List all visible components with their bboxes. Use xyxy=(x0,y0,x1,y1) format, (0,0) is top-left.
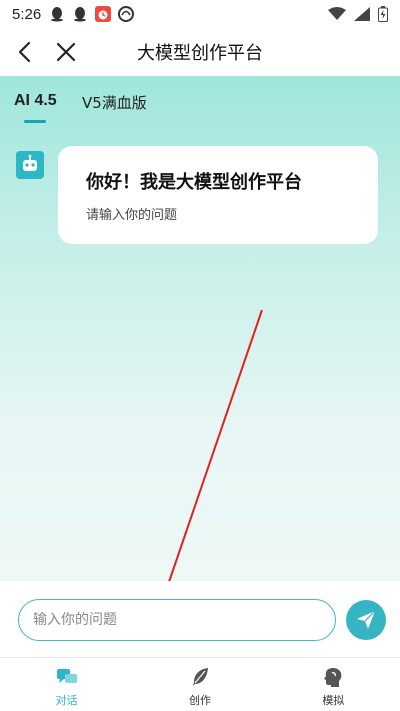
nav-simulate-label: 模拟 xyxy=(322,694,345,707)
nav-chat-label: 对话 xyxy=(55,694,78,707)
head-profile-icon xyxy=(324,668,342,687)
bottom-nav: 对话 创作 模拟 xyxy=(0,657,400,711)
nav-create[interactable]: 创作 xyxy=(133,658,266,711)
welcome-title: 你好！我是大模型创作平台 xyxy=(86,172,302,193)
wifi-icon xyxy=(328,7,346,20)
battery-icon xyxy=(378,6,388,22)
send-button[interactable] xyxy=(346,600,386,640)
active-tab-indicator xyxy=(24,120,46,123)
nav-simulate[interactable]: 模拟 xyxy=(267,658,400,711)
paper-plane-icon xyxy=(357,610,376,629)
welcome-message: 你好！我是大模型创作平台 请输入你的问题 xyxy=(58,146,378,244)
nav-chat[interactable]: 对话 xyxy=(0,658,133,711)
feather-icon xyxy=(192,668,208,686)
status-right xyxy=(328,6,388,22)
qq-icon xyxy=(51,7,64,22)
chat-icon xyxy=(56,669,77,683)
chat-area: AI 4.5 V5满血版 你好！我是大模型创作平台 请输入你的问题 xyxy=(0,76,400,581)
question-input[interactable] xyxy=(18,599,336,641)
nav-create-label: 创作 xyxy=(188,694,211,707)
status-bar: 5:26 xyxy=(0,0,400,28)
signal-icon xyxy=(354,7,370,21)
robot-avatar-icon xyxy=(16,151,44,179)
qq-icon xyxy=(74,7,87,22)
status-time: 5:26 xyxy=(12,5,42,23)
welcome-subtitle: 请输入你的问题 xyxy=(86,208,178,223)
tab-ai-4-5[interactable]: AI 4.5 xyxy=(14,92,57,110)
model-tabs: AI 4.5 V5满血版 xyxy=(0,76,400,126)
alarm-app-icon xyxy=(95,6,112,22)
input-bar xyxy=(0,581,400,657)
page-title: 大模型创作平台 xyxy=(137,43,263,64)
browser-icon xyxy=(118,6,135,22)
tab-v5[interactable]: V5满血版 xyxy=(82,92,147,113)
title-bar: 大模型创作平台 xyxy=(0,28,400,76)
